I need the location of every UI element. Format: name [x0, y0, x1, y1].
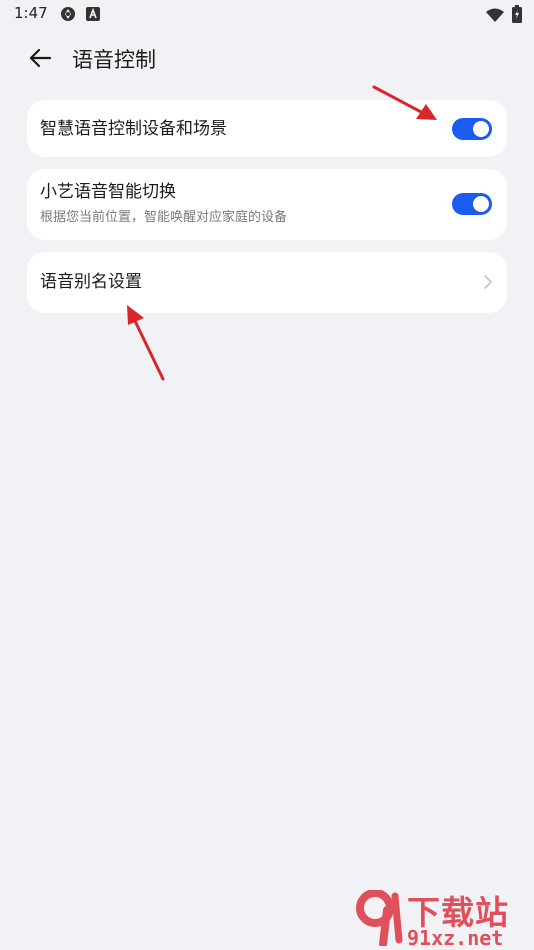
watermark-emblem-icon: [355, 889, 407, 950]
annotation-arrow-alias: [127, 305, 165, 381]
status-bar: 1:47: [0, 0, 534, 28]
setting-title: 语音别名设置: [40, 272, 142, 292]
watermark-url: 91xz.net: [407, 926, 504, 950]
wifi-icon: [486, 7, 504, 26]
status-time: 1:47: [14, 4, 48, 22]
smart-voice-toggle[interactable]: [452, 118, 492, 140]
setting-smart-voice-control[interactable]: 智慧语音控制设备和场景: [27, 100, 507, 157]
toggle-knob: [473, 121, 489, 137]
app-header: 语音控制: [0, 38, 534, 82]
back-button[interactable]: [24, 46, 56, 74]
setting-title: 小艺语音智能切换: [40, 182, 176, 202]
setting-voice-alias[interactable]: 语音别名设置: [27, 252, 507, 313]
aperture-icon: [60, 6, 76, 26]
arrow-left-icon: [28, 48, 52, 72]
watermark-logo: 下载站 91xz.net: [355, 886, 530, 950]
toggle-knob: [473, 196, 489, 212]
setting-xiaoyi-smart-switch[interactable]: 小艺语音智能切换 根据您当前位置，智能唤醒对应家庭的设备: [27, 169, 507, 240]
chevron-right-icon: [483, 274, 493, 290]
battery-charging-icon: [512, 5, 522, 27]
xiaoyi-switch-toggle[interactable]: [452, 193, 492, 215]
text-a-icon: [86, 6, 100, 25]
setting-subtitle: 根据您当前位置，智能唤醒对应家庭的设备: [40, 210, 288, 225]
page-title: 语音控制: [72, 48, 156, 72]
setting-title: 智慧语音控制设备和场景: [40, 119, 227, 139]
